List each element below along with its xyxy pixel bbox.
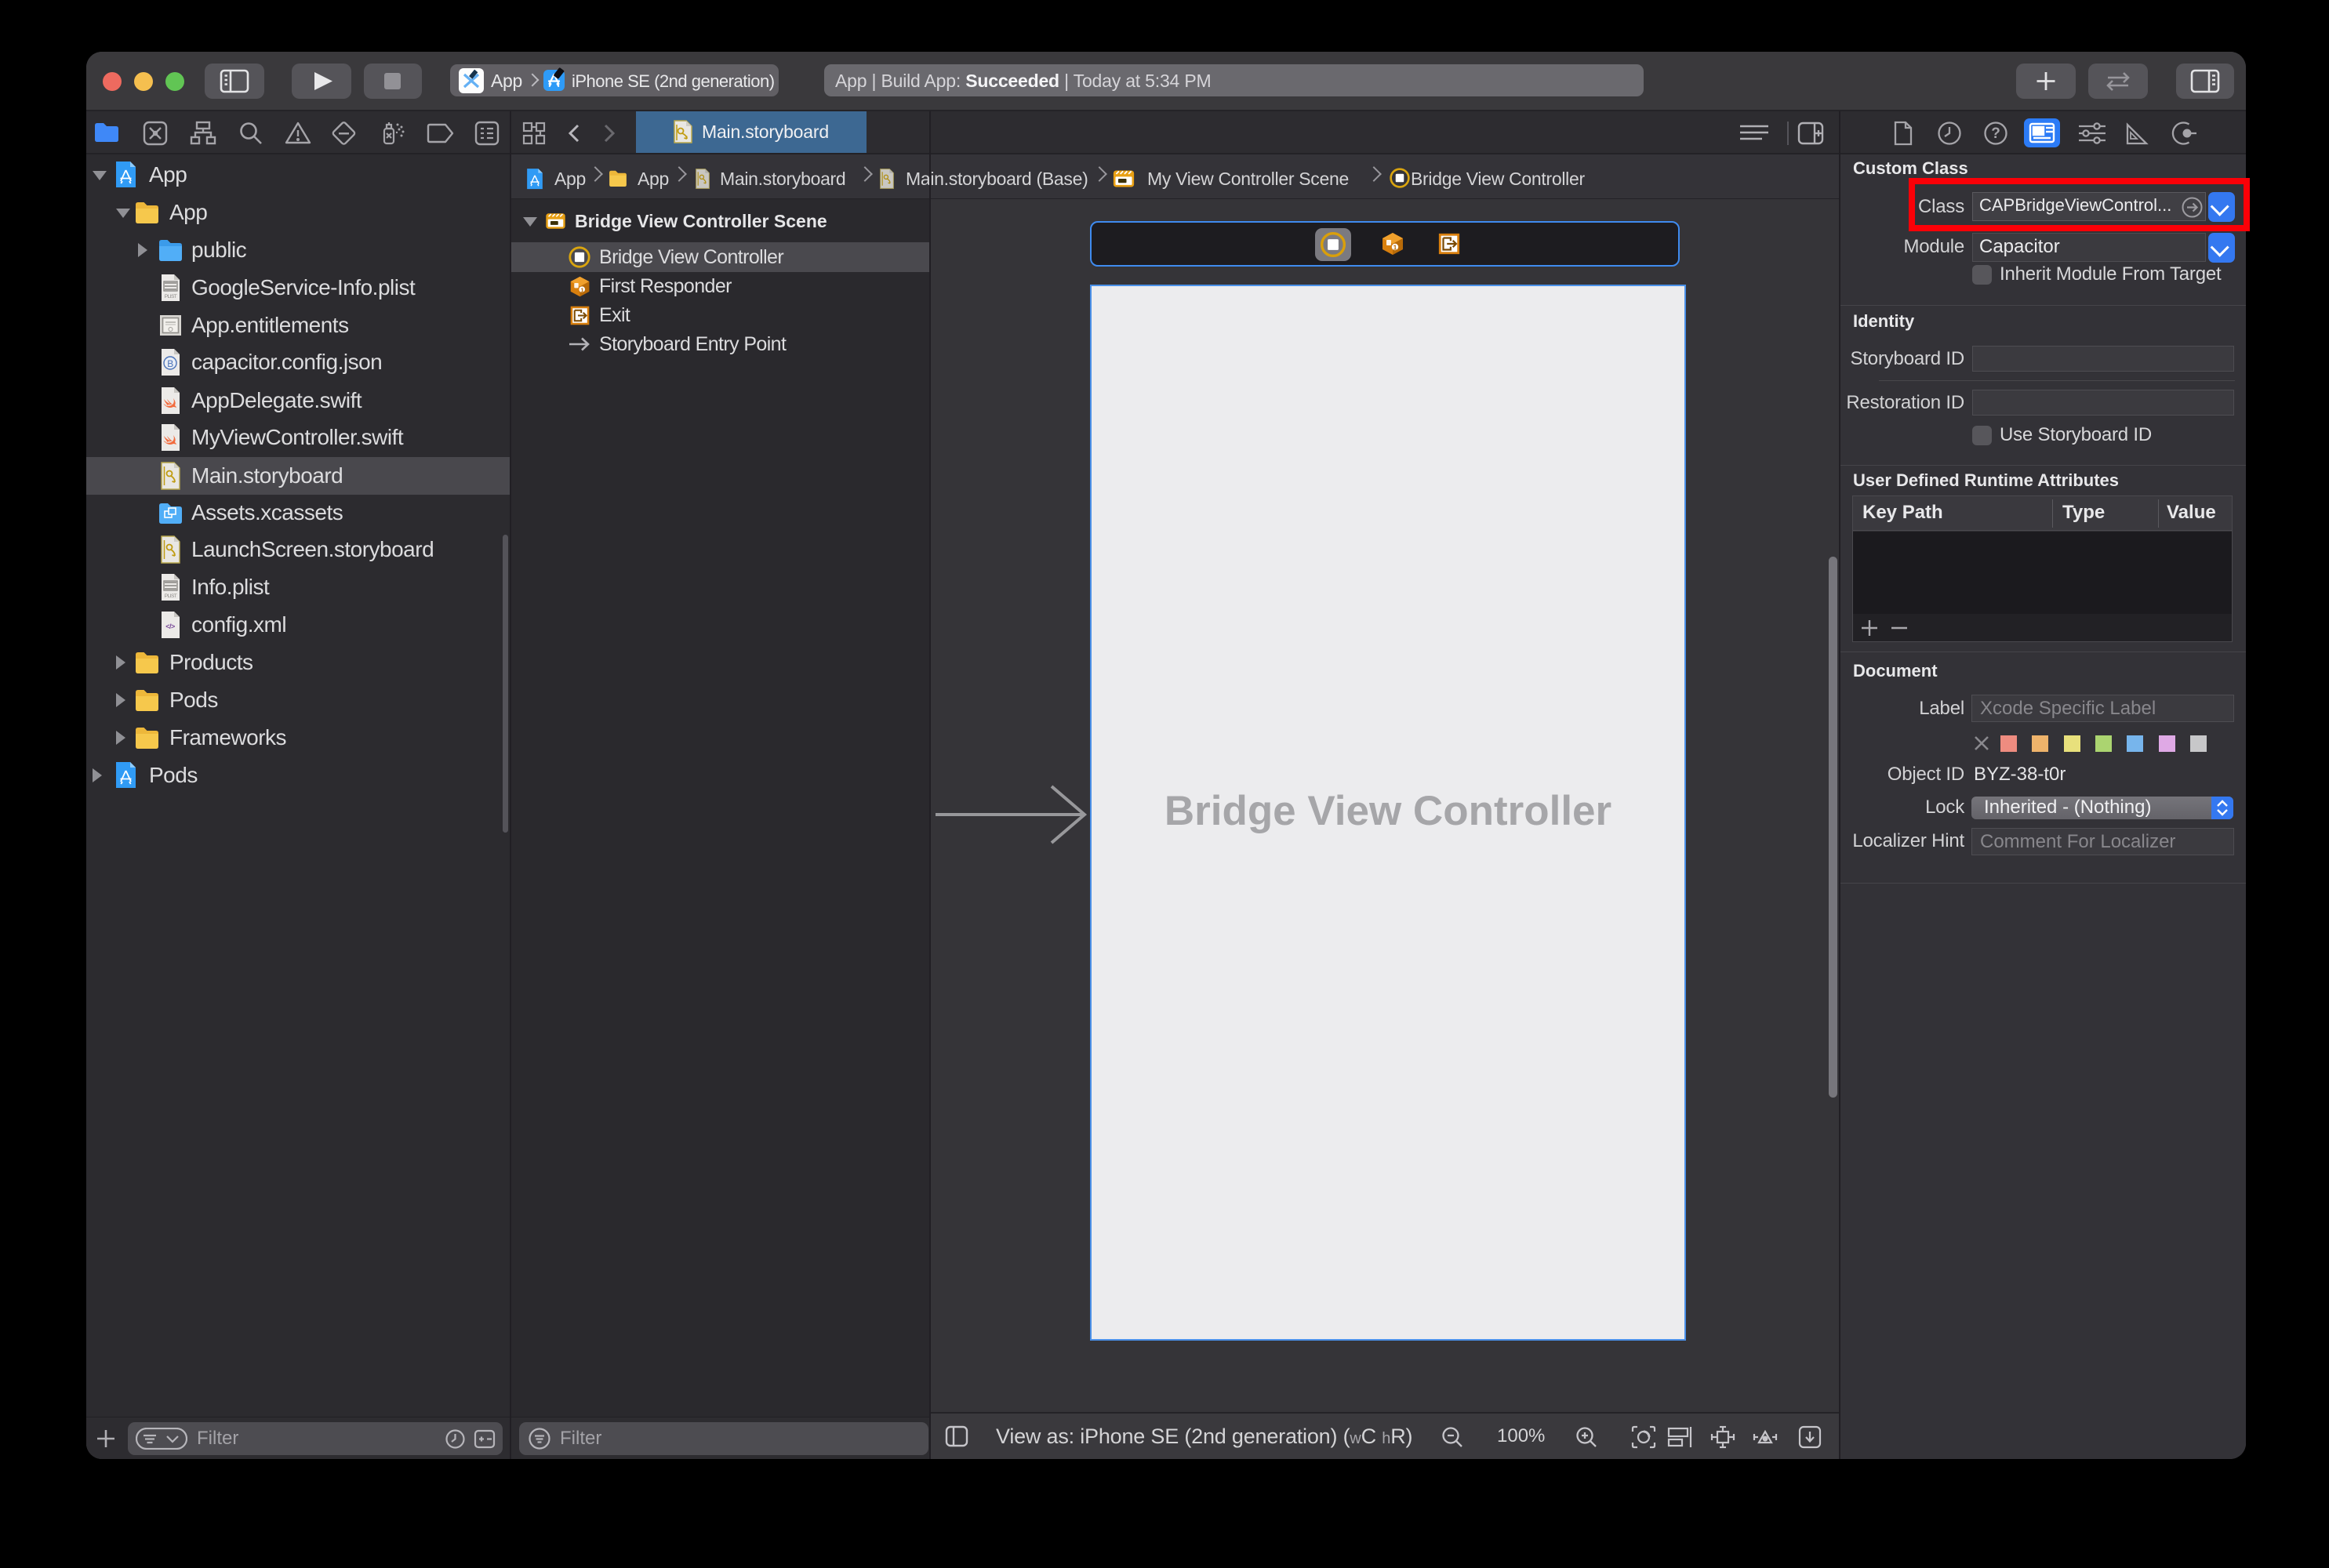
svg-text:?: ? [1991,125,2000,142]
